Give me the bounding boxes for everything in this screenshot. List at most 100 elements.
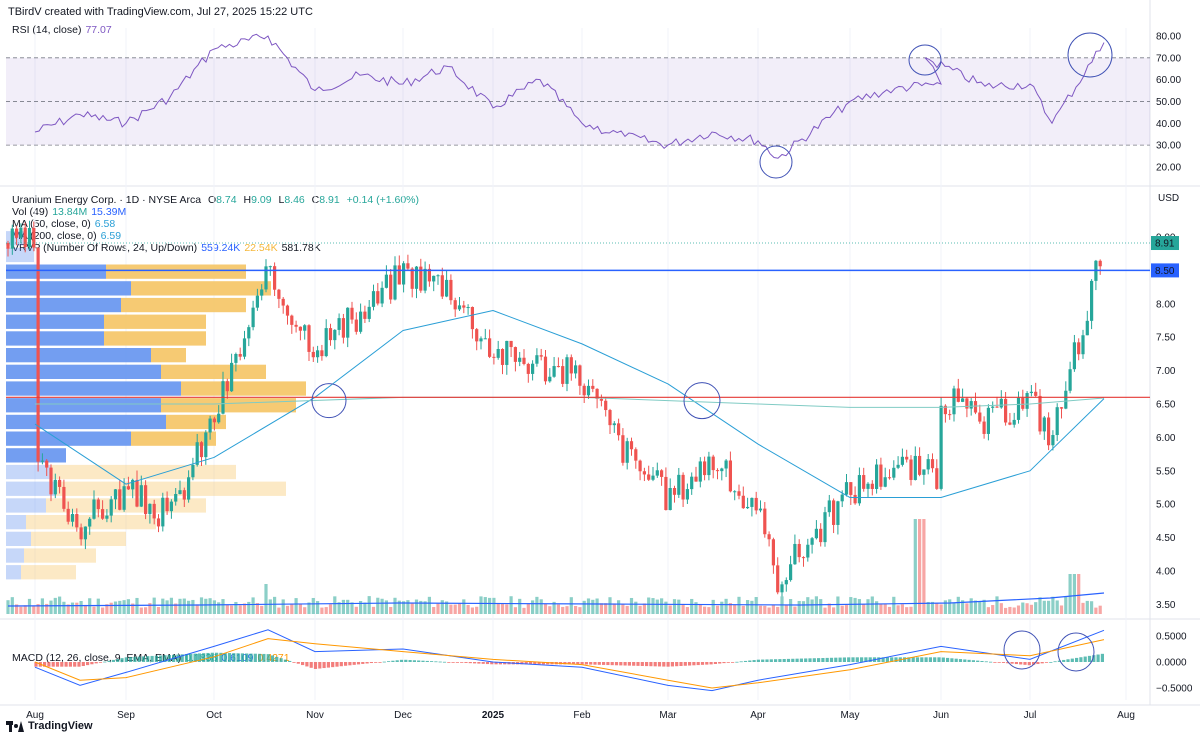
volume-bar [303, 607, 307, 614]
candle-body [780, 584, 784, 593]
volume-bar [913, 519, 917, 614]
macd-histogram-bar [1075, 657, 1079, 662]
volume-bar [410, 602, 414, 614]
time-axis-label: Aug [1117, 710, 1135, 721]
candle-body [1085, 320, 1089, 336]
macd-histogram-bar [954, 658, 958, 662]
macd-histogram-bar [769, 659, 773, 662]
volume-bar [298, 603, 302, 614]
macd-histogram-bar [309, 662, 313, 668]
macd-histogram-bar [430, 661, 434, 662]
macd-histogram-bar [365, 662, 369, 664]
volume-bar [333, 596, 337, 614]
volume-bar [466, 604, 470, 614]
macd-histogram-bar [120, 658, 124, 662]
candle-body [789, 564, 793, 581]
candle-body [698, 461, 702, 482]
candle-body [432, 275, 436, 282]
candle-body [1077, 342, 1081, 355]
candle-body [285, 305, 290, 316]
volume-bar [354, 606, 358, 614]
volume-bar [363, 602, 367, 614]
candle-body [337, 318, 341, 330]
volume-bar [238, 605, 242, 614]
candle-body [935, 468, 939, 489]
macd-histogram-bar [352, 662, 356, 665]
macd-histogram-bar [262, 653, 266, 662]
volume-bar [608, 597, 612, 614]
macd-histogram-bar [662, 662, 666, 667]
candle-body [1004, 398, 1008, 423]
vrvp-down-bar [161, 364, 266, 379]
candle-body [19, 227, 23, 238]
time-axis-label: Nov [306, 710, 324, 721]
candle-body [1029, 391, 1033, 394]
macd-histogram-bar [1036, 662, 1040, 665]
volume-bar [79, 600, 83, 614]
volume-bar [406, 600, 410, 614]
candle-body [247, 327, 251, 339]
candle-body [191, 464, 195, 478]
candle-body [118, 489, 122, 510]
candle-body [1059, 407, 1064, 409]
macd-histogram-bar [623, 662, 627, 666]
macd-histogram-bar [1087, 655, 1092, 662]
volume-bar [187, 600, 191, 614]
macd-histogram-bar [791, 658, 795, 662]
candle-body [1047, 417, 1051, 446]
candle-body [492, 356, 496, 358]
macd-histogram-bar [1023, 662, 1027, 665]
macd-histogram-bar [997, 662, 1001, 663]
macd-histogram-bar [464, 662, 468, 663]
macd-histogram-bar [47, 662, 51, 667]
volume-bar [578, 607, 582, 614]
macd-histogram-bar [150, 655, 154, 662]
macd-histogram-bar [756, 659, 760, 662]
candle-body [161, 497, 165, 527]
candle-body [599, 398, 603, 401]
candle-body [827, 500, 831, 513]
volume-bar [677, 599, 681, 614]
volume-bar [638, 605, 642, 614]
volume-bar [32, 605, 36, 614]
candle-body [793, 543, 797, 565]
macd-histogram-bar [804, 658, 808, 662]
volume-bar [191, 599, 195, 614]
candle-body [187, 477, 191, 500]
macd-histogram-bar [266, 654, 270, 662]
volume-bar [892, 596, 896, 614]
candle-body [238, 353, 242, 357]
candle-body [982, 421, 986, 434]
macd-histogram-bar [253, 653, 257, 662]
macd-histogram-bar [344, 662, 348, 666]
macd-histogram-bar [752, 660, 756, 662]
candle-body [1081, 335, 1085, 355]
candle-body [144, 485, 148, 515]
candle-body [681, 474, 685, 500]
volume-bar [896, 605, 900, 614]
volume-bar [685, 607, 689, 614]
macd-histogram-bar [107, 660, 111, 662]
macd-histogram-bar [326, 662, 330, 668]
volume-bar [965, 603, 969, 614]
macd-histogram-bar [645, 662, 649, 667]
macd-histogram-bar [946, 657, 950, 662]
candle-body [131, 479, 135, 490]
volume-bar [49, 600, 53, 614]
macd-histogram-bar [933, 657, 937, 662]
volume-bar [599, 603, 603, 614]
volume-bar [475, 606, 479, 614]
candle-body [88, 518, 92, 527]
macd-histogram-bar [877, 657, 881, 662]
macd-histogram-bar [468, 662, 472, 664]
candle-body [720, 468, 724, 472]
candle-body [402, 263, 406, 285]
candle-body [470, 307, 474, 330]
volume-bar [1021, 602, 1025, 614]
ma-cross-circle-2 [683, 382, 721, 420]
volume-bar [113, 601, 118, 614]
macd-histogram-bar [735, 661, 739, 663]
macd-histogram-bar [606, 662, 610, 666]
volume-bar [672, 599, 677, 614]
candle-body [483, 338, 487, 340]
